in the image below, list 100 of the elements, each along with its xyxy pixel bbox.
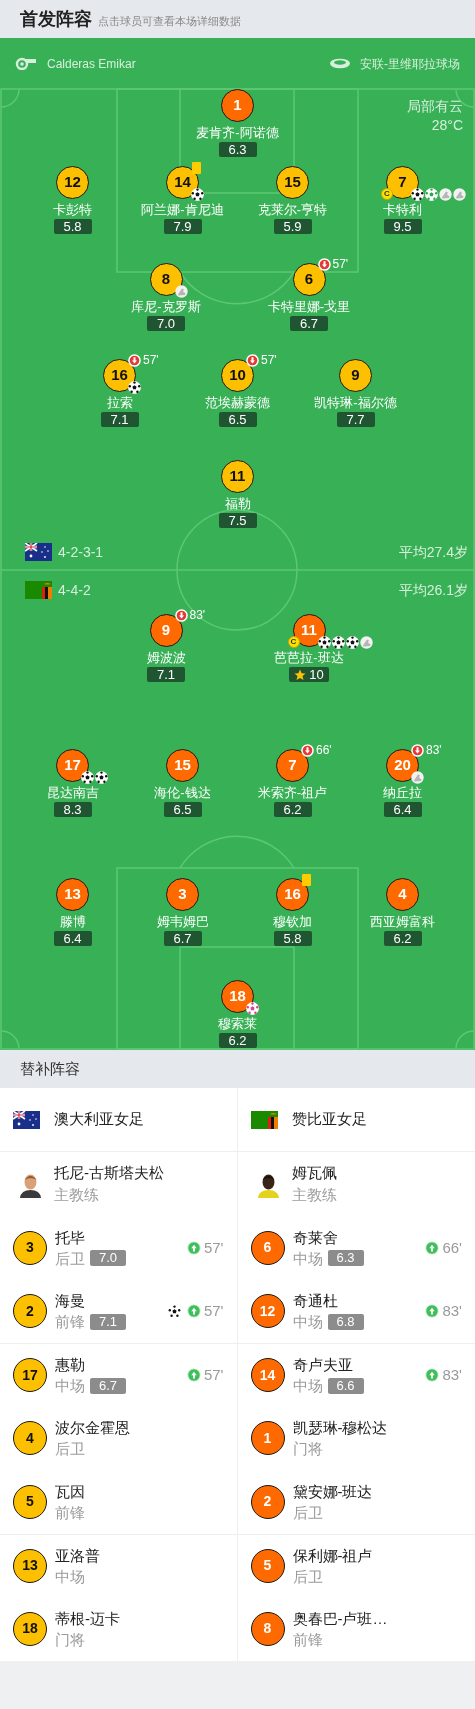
player-number[interactable]: 18: [221, 980, 254, 1013]
player-number[interactable]: 6: [250, 1230, 285, 1265]
arrow-down-icon: [128, 354, 141, 367]
rating-badge: 7.1: [100, 412, 139, 427]
arrow-down-icon: [411, 744, 424, 757]
player-number[interactable]: 10: [221, 359, 254, 392]
player-number[interactable]: 17: [13, 1358, 47, 1393]
rating-badge: 6.3: [218, 142, 257, 157]
player-number[interactable]: 5: [250, 1548, 285, 1583]
corner-arc: [455, 1030, 475, 1050]
rating-badge: 6.2: [383, 931, 422, 946]
substitution-minute: 57': [143, 354, 159, 367]
player-name: 凯瑟琳-穆松达: [292, 1418, 388, 1439]
player-number[interactable]: 12: [250, 1294, 285, 1329]
flag-icon: [25, 543, 52, 561]
player-number[interactable]: 15: [166, 749, 199, 782]
player-number[interactable]: 7: [276, 749, 309, 782]
player-position: 后卫: [55, 1248, 85, 1269]
arrow-up-icon: [425, 1304, 440, 1319]
boot-icon: [411, 771, 424, 784]
rating-badge: 10: [289, 667, 329, 682]
corner-arc: [0, 1030, 20, 1050]
player-name: 克莱尔-亨特: [257, 201, 328, 218]
substitution-minute: 57': [261, 354, 277, 367]
substitution-minute: 83': [189, 609, 206, 622]
rating-badge: 6.3: [327, 1250, 364, 1267]
boot-icon: [439, 188, 452, 201]
player-number[interactable]: 11: [221, 460, 254, 493]
player-position: 中场: [292, 1248, 323, 1269]
player-number[interactable]: 3: [13, 1230, 47, 1265]
stadium-icon: [329, 58, 351, 69]
player-number[interactable]: 4: [386, 878, 419, 911]
arrow-up-icon: [425, 1368, 440, 1383]
rating-badge: 6.7: [290, 316, 328, 331]
substitution-minute: 83': [426, 744, 442, 757]
referee-name: Calderas Emikar: [47, 55, 136, 73]
rating-badge: 6.5: [163, 802, 202, 817]
formation: 4-4-2: [58, 580, 91, 600]
player-number[interactable]: 17: [56, 749, 89, 782]
player-number[interactable]: 8: [149, 263, 183, 296]
player-name: 凯特琳-福尔德: [314, 394, 397, 411]
ball-icon: [81, 771, 94, 784]
player-number[interactable]: 3: [166, 878, 199, 911]
ball-icon: [317, 636, 331, 649]
player-number[interactable]: 12: [56, 166, 89, 199]
player-number[interactable]: 18: [13, 1611, 47, 1646]
player-position: 中场: [292, 1376, 323, 1397]
player-number[interactable]: 2: [250, 1484, 285, 1519]
player-number[interactable]: 1: [250, 1421, 285, 1456]
substitution-minute: 57': [203, 1365, 224, 1385]
player-number[interactable]: 13: [56, 878, 89, 911]
player-number[interactable]: 5: [13, 1484, 47, 1519]
player-name: 奇莱舍: [292, 1227, 339, 1248]
player-name: 穆钦加: [273, 913, 312, 930]
average-age: 平均26.1岁: [398, 580, 468, 600]
player-number[interactable]: 6: [292, 263, 326, 296]
section-title: 替补阵容: [20, 1058, 80, 1079]
player-number[interactable]: 14: [250, 1358, 285, 1393]
rating-badge: 6.8: [327, 1313, 364, 1330]
ball-icon: [128, 381, 141, 394]
player-number[interactable]: 1: [221, 89, 254, 122]
player-name: 西亚姆富科: [370, 913, 435, 930]
player-position: 中场: [292, 1312, 323, 1333]
coach-name: 托尼-古斯塔夫松: [54, 1163, 164, 1183]
player-number[interactable]: 13: [13, 1548, 47, 1583]
substitution-minute: 83': [442, 1365, 462, 1385]
player-name: 姆韦姆巴: [156, 913, 209, 930]
arrow-up-icon: [186, 1368, 201, 1383]
player-number[interactable]: 15: [276, 166, 309, 199]
rating-badge: 6.7: [163, 931, 202, 946]
player-position: 后卫: [292, 1566, 323, 1587]
player-position: 门将: [292, 1439, 323, 1460]
rating-badge: 6.2: [273, 802, 312, 817]
formation: 4-2-3-1: [58, 542, 104, 562]
player-number[interactable]: 9: [339, 359, 372, 392]
player-position: 前锋: [292, 1629, 323, 1650]
player-number[interactable]: 4: [13, 1421, 47, 1456]
player-name: 米索齐-祖卢: [257, 784, 328, 801]
rating-badge: 6.7: [90, 1377, 127, 1394]
player-name: 瓦因: [55, 1481, 85, 1502]
rating-badge: 9.5: [383, 219, 422, 234]
player-number[interactable]: 8: [250, 1611, 285, 1646]
arrow-down-icon: [174, 609, 188, 622]
ball-icon: [246, 1002, 259, 1015]
ball-icon: [191, 188, 204, 201]
flag-icon: [250, 1110, 278, 1129]
weather: 局部有云: [407, 97, 463, 116]
ball-icon: [95, 771, 108, 784]
boot-icon: [453, 188, 466, 201]
temperature: 28°C: [431, 116, 463, 135]
player-name: 拉索: [106, 394, 133, 411]
substitution-minute: 57': [203, 1301, 224, 1321]
player-number[interactable]: 9: [149, 614, 183, 647]
substitution-minute: 83': [442, 1301, 462, 1321]
boot-icon: [359, 636, 373, 649]
ball-icon: [425, 188, 438, 201]
section-subtitle: 点击球员可查看本场详细数据: [98, 14, 241, 29]
player-number[interactable]: 2: [13, 1294, 47, 1329]
player-number[interactable]: 16: [276, 878, 309, 911]
rating-badge: 7.0: [147, 316, 185, 331]
